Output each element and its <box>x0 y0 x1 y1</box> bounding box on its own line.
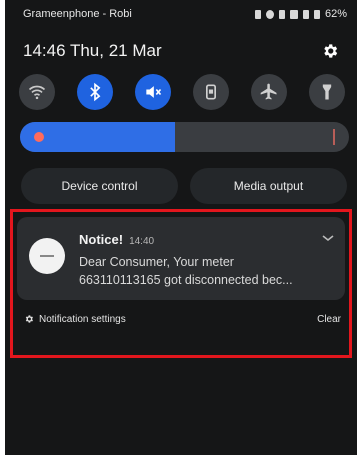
bluetooth-icon <box>90 82 101 102</box>
notification-body: Dear Consumer, Your meter 663110113165 g… <box>79 253 329 289</box>
notification-time: 14:40 <box>129 236 155 247</box>
media-output-button[interactable]: Media output <box>190 168 347 204</box>
notification-title: Notice! <box>79 232 124 247</box>
carrier-name: Grameenphone - Robi <box>23 8 132 20</box>
notification-settings-link[interactable]: Notification settings <box>24 314 126 325</box>
notification-body-line1: Dear Consumer, Your meter <box>79 255 234 269</box>
mute-status-icon <box>278 9 285 19</box>
flashlight-icon <box>322 84 332 100</box>
header-row: 14:46 Thu, 21 Mar <box>5 38 357 64</box>
wifi-toggle[interactable] <box>19 74 55 110</box>
status-bar: Grameenphone - Robi 62% <box>5 0 357 28</box>
notification-header: Notice! 14:40 <box>79 232 154 247</box>
quick-settings-toggles <box>19 74 345 112</box>
battery-percentage: 62% <box>324 8 347 20</box>
brightness-sun-icon <box>34 132 44 142</box>
airplane-toggle[interactable] <box>251 74 287 110</box>
controls-row: Device control Media output <box>21 168 347 204</box>
signal-2-icon <box>313 9 320 19</box>
portrait-lock-toggle[interactable] <box>193 74 229 110</box>
sound-toggle[interactable] <box>135 74 171 110</box>
wifi-icon <box>28 85 46 100</box>
airplane-icon <box>260 83 277 100</box>
flashlight-toggle[interactable] <box>309 74 345 110</box>
time-date: 14:46 Thu, 21 Mar <box>23 41 162 60</box>
mute-icon <box>146 86 162 98</box>
brightness-slider[interactable] <box>20 122 349 152</box>
device-control-button[interactable]: Device control <box>21 168 178 204</box>
signal-icon <box>302 9 309 19</box>
notification-body-line2: 663110113165 got disconnected bec... <box>79 273 293 287</box>
notification-card[interactable]: Notice! 14:40 Dear Consumer, Your meter … <box>17 217 345 300</box>
bluetooth-status-icon <box>254 9 261 19</box>
notification-shade: Grameenphone - Robi 62% 14:46 Thu, 21 Ma… <box>5 0 357 455</box>
wifi-status-icon <box>289 9 298 19</box>
alarm-icon <box>265 9 274 19</box>
gear-icon <box>25 315 33 323</box>
settings-gear-icon[interactable] <box>321 42 339 60</box>
portrait-lock-icon <box>206 84 216 100</box>
clear-button[interactable]: Clear <box>317 314 341 325</box>
status-icons: 62% <box>254 8 347 20</box>
notification-settings-label: Notification settings <box>39 313 126 325</box>
chevron-down-icon[interactable] <box>321 233 335 243</box>
notification-footer: Notification settings Clear <box>17 306 345 332</box>
app-icon <box>29 238 65 274</box>
brightness-end-marker <box>333 129 335 145</box>
bluetooth-toggle[interactable] <box>77 74 113 110</box>
